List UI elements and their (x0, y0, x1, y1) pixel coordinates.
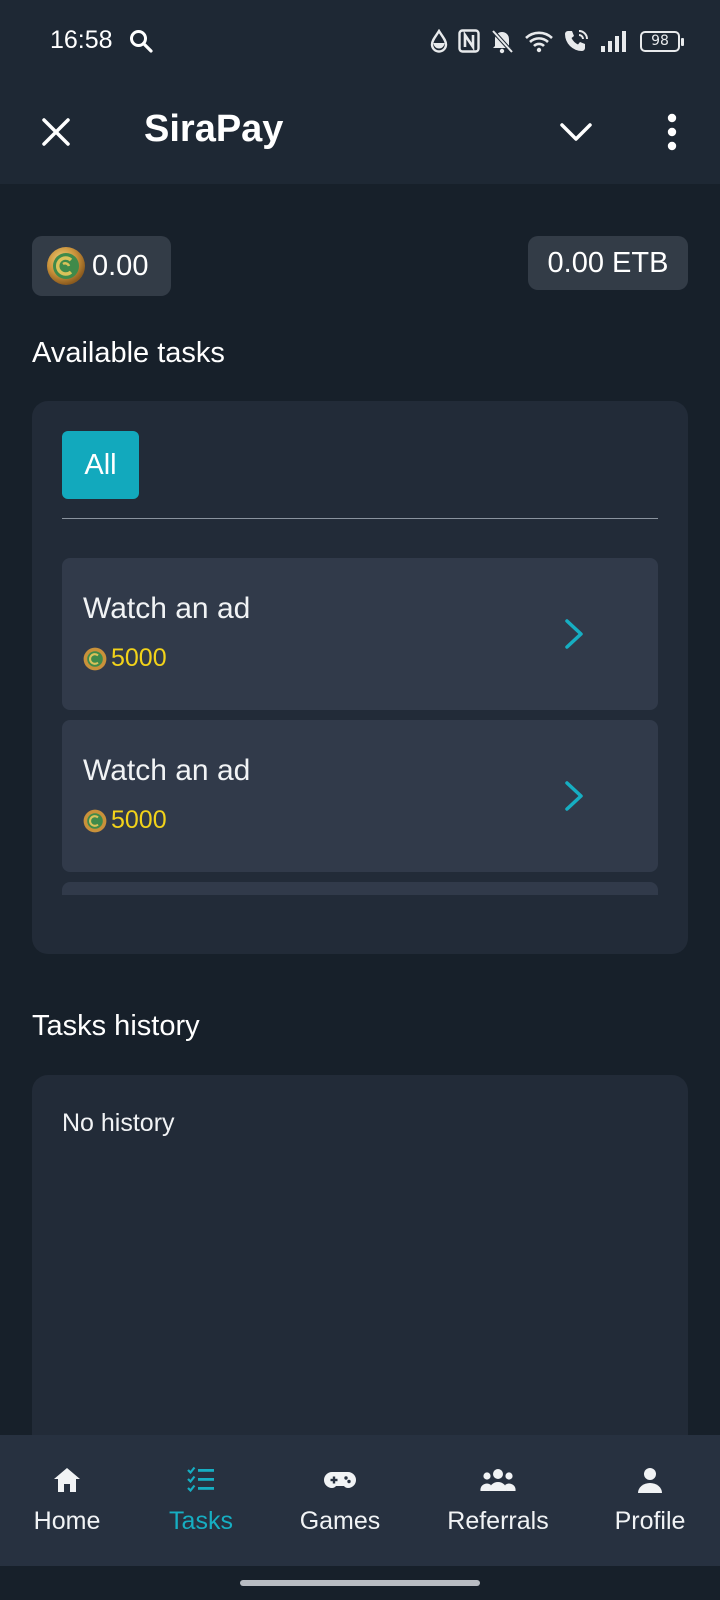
gesture-area (0, 1566, 720, 1600)
coin-icon (47, 247, 85, 285)
bell-off-icon (491, 29, 514, 54)
etb-balance: 0.00 ETB (547, 246, 669, 279)
nav-tasks-label: Tasks (169, 1507, 233, 1535)
nav-tasks[interactable]: Tasks (158, 1435, 244, 1566)
app-title: SiraPay (144, 108, 284, 150)
wifi-icon (525, 31, 553, 53)
task-reward: 5000 (83, 644, 167, 673)
status-time: 16:58 (50, 26, 113, 54)
group-icon (480, 1469, 516, 1491)
chevron-right-icon (565, 619, 583, 649)
more-vert-icon[interactable] (654, 110, 690, 154)
nav-games-label: Games (299, 1507, 381, 1535)
home-icon (54, 1468, 80, 1492)
status-bar: 16:58 98 (0, 0, 720, 84)
chevron-down-icon[interactable] (556, 112, 596, 152)
nav-home-label: Home (33, 1507, 101, 1535)
search-icon (130, 30, 153, 53)
nav-referrals[interactable]: Referrals (442, 1435, 554, 1566)
coin-balance: 0.00 (92, 249, 149, 282)
chevron-right-icon (565, 781, 583, 811)
water-drop-icon (430, 29, 448, 53)
tasks-icon (187, 1466, 214, 1493)
task-item[interactable]: Watch an ad 5000 (62, 558, 658, 710)
person-icon (638, 1468, 662, 1493)
reward-amount: 5000 (111, 644, 167, 672)
task-title: Watch an ad (83, 592, 251, 625)
task-item[interactable]: Watch an ad 5000 (62, 720, 658, 872)
coin-icon (83, 647, 107, 670)
nav-profile[interactable]: Profile (608, 1435, 692, 1566)
bottom-nav: Home Tasks Games Referrals Profile (0, 1435, 720, 1566)
wifi-calling-icon (565, 30, 588, 51)
filter-divider (62, 518, 658, 519)
gamepad-icon (324, 1472, 356, 1488)
no-history-text: No history (62, 1109, 175, 1137)
reward-amount: 5000 (111, 806, 167, 834)
nav-games[interactable]: Games (294, 1435, 386, 1566)
nav-home[interactable]: Home (24, 1435, 110, 1566)
coin-balance-chip[interactable]: 0.00 (32, 236, 171, 296)
nav-referrals-label: Referrals (447, 1507, 549, 1535)
nav-profile-label: Profile (614, 1507, 686, 1535)
etb-balance-chip[interactable]: 0.00 ETB (528, 236, 688, 290)
filter-all-label: All (84, 448, 117, 481)
signal-icon (601, 31, 626, 52)
filter-all-button[interactable]: All (62, 431, 139, 499)
battery-icon: 98 (640, 30, 684, 52)
tasks-history-heading: Tasks history (32, 1010, 200, 1042)
available-tasks-card: All Watch an ad 5000 Watch an ad 5000 (32, 401, 688, 954)
gesture-bar[interactable] (240, 1580, 480, 1586)
available-tasks-heading: Available tasks (32, 337, 225, 369)
tasks-history-card: No history (32, 1075, 688, 1455)
task-item-partial[interactable] (62, 882, 658, 895)
app-bar: SiraPay (0, 84, 720, 184)
close-icon[interactable] (36, 112, 76, 152)
nfc-icon (458, 29, 480, 53)
task-title: Watch an ad (83, 754, 251, 787)
coin-icon (83, 809, 107, 832)
status-icons: 98 (430, 26, 684, 56)
task-list[interactable]: Watch an ad 5000 Watch an ad 5000 (62, 558, 658, 895)
task-reward: 5000 (83, 806, 167, 835)
